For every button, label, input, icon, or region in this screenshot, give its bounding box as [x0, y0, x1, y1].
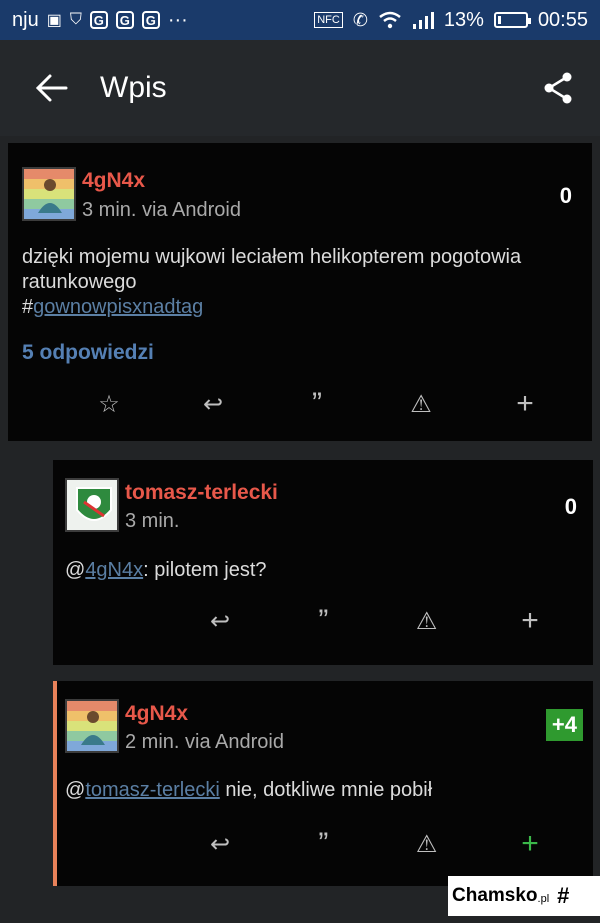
clock: 00:55	[537, 8, 588, 31]
avatar[interactable]	[22, 167, 76, 221]
vote-score[interactable]: 0	[560, 183, 572, 209]
comment: tomasz-terlecki 3 min. 0 @4gN4x: pilotem…	[53, 460, 593, 665]
arrow-left-icon[interactable]	[26, 73, 76, 103]
mention-link[interactable]: tomasz-terlecki	[85, 779, 219, 801]
comment-meta: 3 min.	[125, 510, 180, 532]
comment-text: : pilotem jest?	[143, 559, 267, 581]
report-icon[interactable]: ⚠	[412, 606, 442, 636]
hashtag-link[interactable]: gownowpisxnadtag	[33, 296, 203, 318]
sim-icon: ▣	[46, 12, 62, 29]
page-title: Wpis	[100, 71, 167, 104]
app-bar: Wpis	[0, 40, 600, 136]
post-body: dzięki mojemu wujkowi leciałem helikopte…	[22, 245, 582, 320]
hash-icon: #	[557, 883, 570, 908]
main-post: 4gN4x 3 min. via Android 0 dzięki mojemu…	[8, 143, 592, 441]
more-notifications-icon: ···	[167, 8, 188, 31]
nfc-icon: NFC	[314, 12, 343, 28]
comment-author[interactable]: tomasz-terlecki	[125, 481, 278, 505]
comment-body: @tomasz-terlecki nie, dotkliwe mnie pobi…	[65, 779, 433, 801]
reply-icon[interactable]: ↩	[205, 606, 235, 636]
quote-icon[interactable]: ”	[302, 387, 332, 420]
comment-actions: ↩ ” ⚠ +	[205, 604, 545, 637]
signal-icon	[412, 12, 434, 29]
status-bar: nju ▣ ⛉ G G G ··· NFC ✆ 13% 00:55	[0, 0, 600, 40]
plus-icon[interactable]: +	[515, 604, 545, 637]
carrier-label: nju	[12, 8, 39, 31]
vibrate-icon: ✆	[352, 9, 368, 30]
comment-author[interactable]: 4gN4x	[125, 702, 188, 726]
g-icon: G	[89, 11, 108, 29]
quote-icon[interactable]: ”	[308, 827, 338, 860]
battery-icon	[493, 12, 531, 28]
comment-actions: ↩ ” ⚠ +	[205, 827, 545, 860]
hashtag-prefix: #	[22, 296, 34, 318]
avatar[interactable]	[65, 478, 119, 532]
watermark-logo: Chamsko .pl #	[448, 876, 600, 916]
report-icon[interactable]: ⚠	[406, 389, 436, 419]
watermark-tld: .pl	[537, 893, 550, 905]
g-icon: G	[115, 11, 134, 29]
g-icon: G	[141, 11, 160, 29]
quote-icon[interactable]: ”	[308, 604, 338, 637]
report-icon[interactable]: ⚠	[412, 829, 442, 859]
replies-count-link[interactable]: 5 odpowiedzi	[22, 341, 154, 365]
reply-icon[interactable]: ↩	[205, 829, 235, 859]
watermark-brand: Chamsko	[452, 885, 538, 906]
battery-percent: 13%	[443, 8, 484, 31]
mention-link[interactable]: 4gN4x	[85, 559, 143, 581]
comment-meta: 2 min. via Android	[125, 731, 284, 753]
vote-score-badge[interactable]: +4	[545, 709, 583, 741]
comment: 4gN4x 2 min. via Android +4 @tomasz-terl…	[53, 681, 593, 886]
reply-icon[interactable]: ↩	[198, 389, 228, 419]
post-text: dzięki mojemu wujkowi leciałem helikopte…	[22, 246, 522, 293]
vote-score[interactable]: 0	[565, 494, 577, 520]
post-actions: ☆ ↩ ” ⚠ +	[94, 387, 540, 420]
post-author[interactable]: 4gN4x	[82, 169, 145, 193]
post-meta: 3 min. via Android	[82, 199, 241, 221]
favorite-star-icon[interactable]: ☆	[94, 389, 124, 419]
wifi-icon	[379, 11, 401, 29]
shield-icon: ⛉	[69, 11, 82, 28]
plus-icon[interactable]: +	[515, 827, 545, 860]
comment-text: nie, dotkliwe mnie pobił	[219, 779, 433, 801]
plus-icon[interactable]: +	[510, 387, 540, 420]
share-icon[interactable]	[542, 71, 574, 105]
avatar[interactable]	[65, 699, 119, 753]
comment-body: @4gN4x: pilotem jest?	[65, 559, 267, 581]
